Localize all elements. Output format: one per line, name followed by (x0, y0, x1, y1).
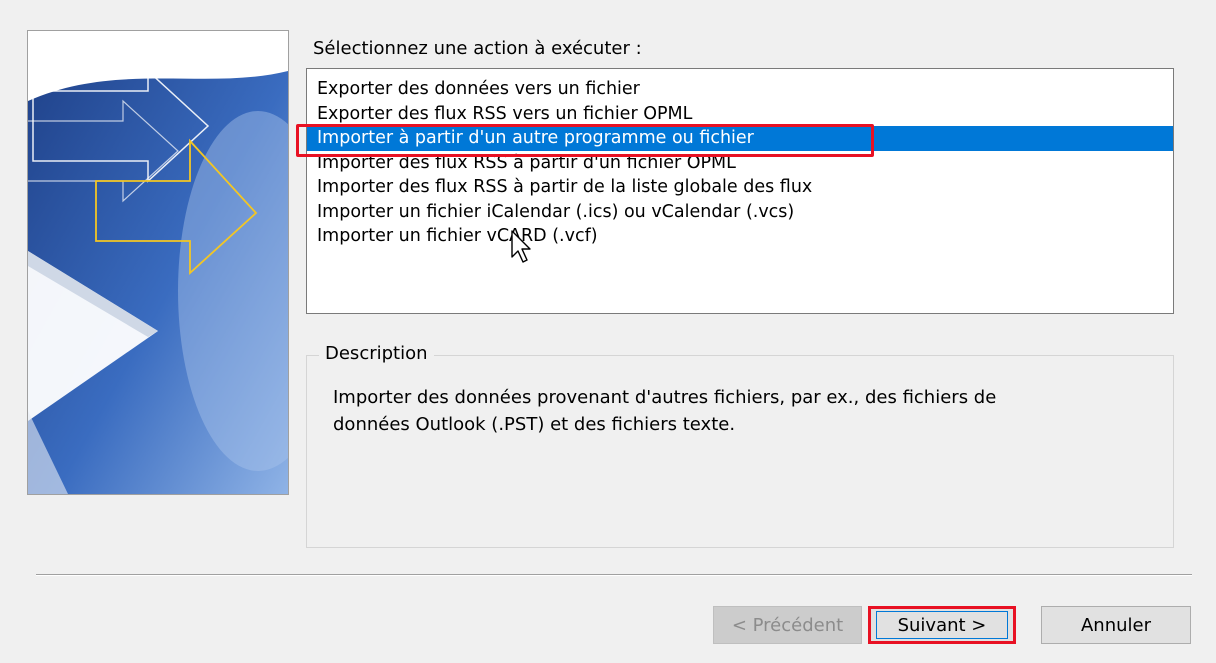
list-item-import-rss-global[interactable]: Importer des flux RSS à partir de la lis… (307, 175, 1173, 200)
footer-separator (36, 574, 1192, 576)
list-item-export-rss-opml[interactable]: Exporter des flux RSS vers un fichier OP… (307, 102, 1173, 127)
list-item-export-file[interactable]: Exporter des données vers un fichier (307, 77, 1173, 102)
description-legend: Description (319, 343, 434, 364)
description-groupbox: Description Importer des données provena… (306, 343, 1174, 548)
list-item-import-icalendar[interactable]: Importer un fichier iCalendar (.ics) ou … (307, 200, 1173, 225)
description-line-2: données Outlook (.PST) et des fichiers t… (333, 414, 736, 435)
previous-button[interactable]: < Précédent (713, 606, 862, 644)
action-prompt-label: Sélectionnez une action à exécuter : (313, 38, 642, 59)
mouse-cursor-icon (511, 230, 533, 268)
import-export-wizard: Sélectionnez une action à exécuter : Exp… (0, 0, 1216, 663)
list-item-import-vcard[interactable]: Importer un fichier vCARD (.vcf) (307, 224, 1173, 249)
description-text: Importer des données provenant d'autres … (333, 384, 1153, 438)
action-listbox[interactable]: Exporter des données vers un fichier Exp… (306, 68, 1174, 314)
description-line-1: Importer des données provenant d'autres … (333, 387, 997, 408)
list-item-import-other-program[interactable]: Importer à partir d'un autre programme o… (307, 126, 1173, 151)
next-button[interactable]: Suivant > (868, 606, 1016, 644)
next-button-label: Suivant > (876, 611, 1008, 639)
wizard-banner-image (27, 30, 289, 495)
cancel-button[interactable]: Annuler (1041, 606, 1191, 644)
arrow-graphic-icon (28, 31, 288, 494)
list-item-import-rss-opml[interactable]: Importer des flux RSS à partir d'un fich… (307, 151, 1173, 176)
